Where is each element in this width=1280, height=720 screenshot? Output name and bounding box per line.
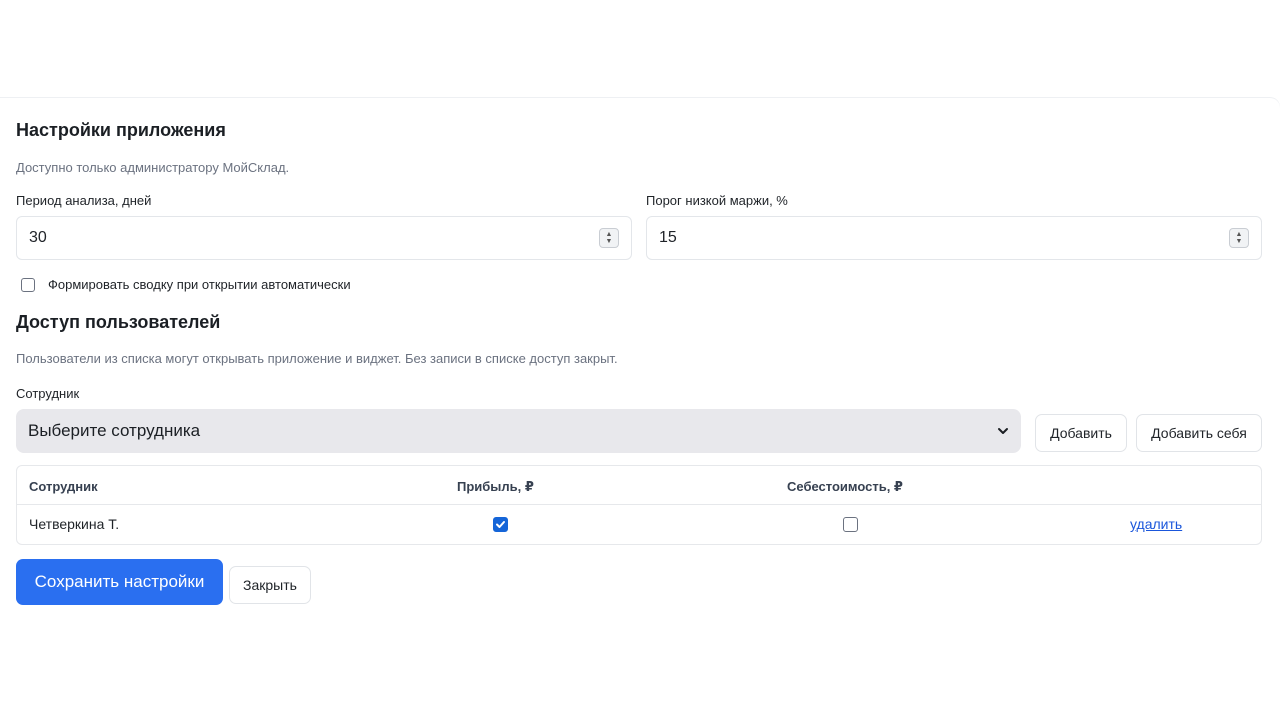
app-settings-title: Настройки приложения [16,120,226,140]
auto-summary-label: Формировать сводку при открытии автомати… [48,277,351,292]
period-value: 30 [29,229,47,246]
auto-summary-row: Формировать сводку при открытии автомати… [21,277,351,292]
table-header: Сотрудник Прибыль, ₽ Себестоимость, ₽ [17,466,1261,505]
column-header-employee: Сотрудник [29,479,98,494]
save-settings-button[interactable]: Сохранить настройки [16,559,223,605]
app-settings-subtitle: Доступно только администратору МойСклад. [16,160,290,175]
close-button[interactable]: Закрыть [229,566,311,604]
chevron-down-icon [997,425,1009,437]
column-header-profit: Прибыль, ₽ [457,479,534,494]
settings-panel: Настройки приложения Доступно только адм… [0,98,1280,720]
margin-value: 15 [659,229,677,246]
table-row: Четверкина Т. удалить [17,505,1261,545]
user-access-subtitle: Пользователи из списка могут открывать п… [16,351,618,366]
row-employee-name: Четверкина Т. [29,516,120,532]
employee-label: Сотрудник [16,386,80,401]
column-header-cost: Себестоимость, ₽ [787,479,903,494]
cost-checkbox[interactable] [843,517,858,532]
profit-checkbox[interactable] [493,517,508,532]
period-label: Период анализа, дней [16,193,152,208]
users-table: Сотрудник Прибыль, ₽ Себестоимость, ₽ Че… [16,465,1262,545]
period-stepper[interactable]: ▲ ▼ [599,228,619,248]
margin-label: Порог низкой маржи, % [646,193,788,208]
add-employee-button[interactable]: Добавить [1035,414,1127,452]
add-self-button[interactable]: Добавить себя [1136,414,1262,452]
delete-link[interactable]: удалить [1130,516,1182,532]
period-input[interactable]: 30 ▲ ▼ [16,216,632,260]
employee-select[interactable]: Выберите сотрудника [16,409,1021,453]
margin-stepper[interactable]: ▲ ▼ [1229,228,1249,248]
margin-input[interactable]: 15 ▲ ▼ [646,216,1262,260]
employee-select-value: Выберите сотрудника [28,421,201,440]
auto-summary-checkbox[interactable] [21,277,35,292]
user-access-title: Доступ пользователей [16,312,221,332]
check-icon [496,521,505,528]
